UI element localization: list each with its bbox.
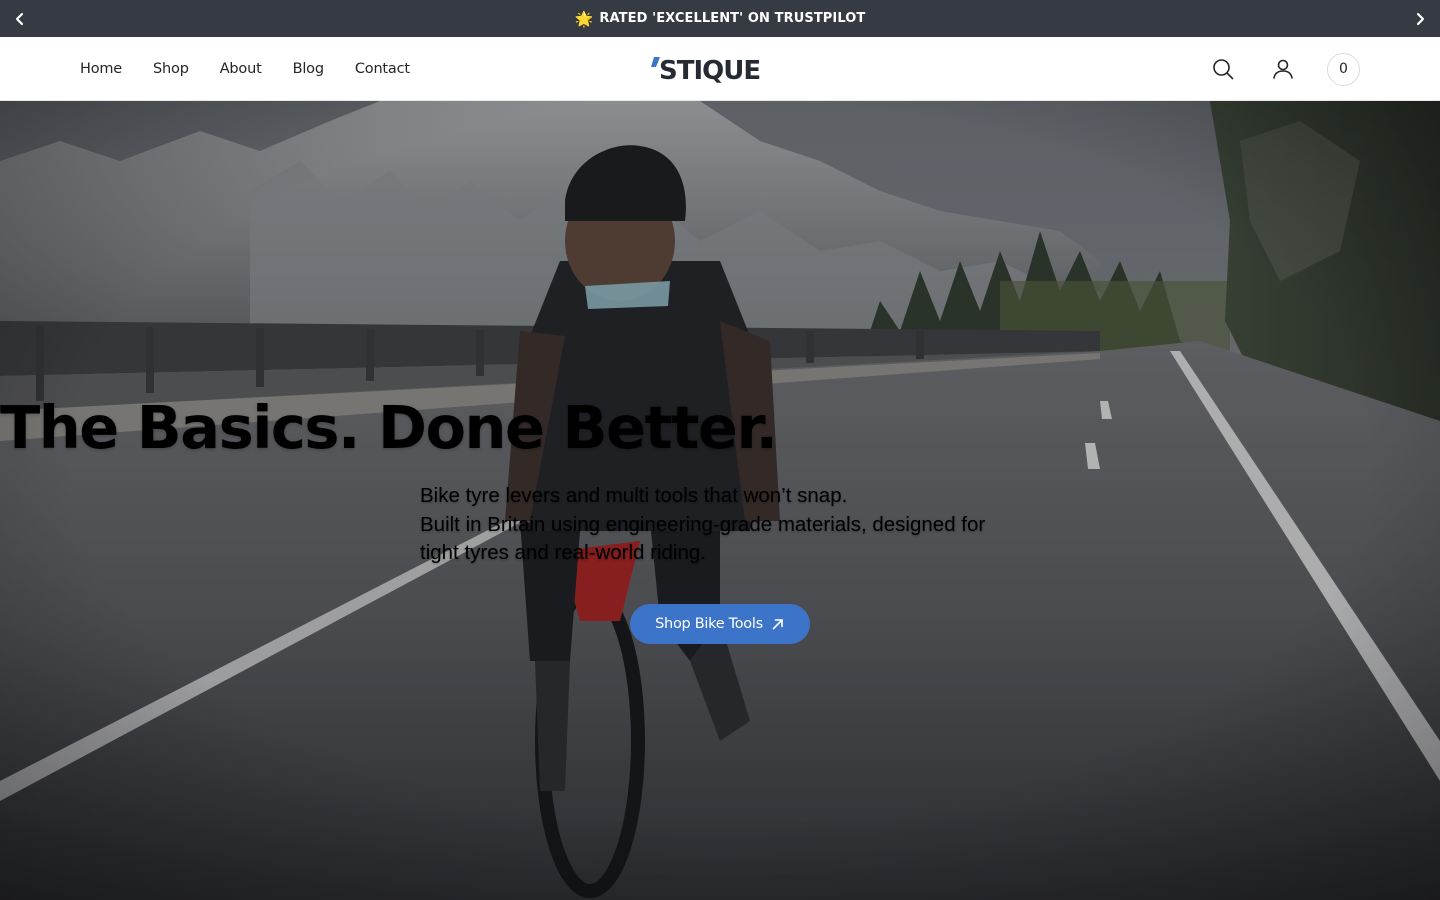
announcement-message: 🌟 RATED 'EXCELLENT' ON TRUSTPILOT	[575, 10, 866, 28]
user-icon	[1273, 59, 1293, 79]
hero-subtitle-line: Bike tyre levers and multi tools that wo…	[420, 484, 848, 507]
nav-item-blog[interactable]: Blog	[293, 61, 324, 77]
search-button[interactable]	[1207, 53, 1239, 85]
announcement-prev-button[interactable]	[0, 0, 40, 37]
account-button[interactable]	[1267, 53, 1299, 85]
nav-item-about[interactable]: About	[220, 61, 262, 77]
chevron-right-icon	[1416, 12, 1425, 25]
hero-subtitle-line: tight tyres and real-world riding.	[420, 541, 706, 564]
nav-item-shop[interactable]: Shop	[153, 61, 189, 77]
announcement-text: RATED 'EXCELLENT' ON TRUSTPILOT	[599, 11, 866, 26]
chevron-left-icon	[15, 12, 24, 25]
hero-title: The Basics. Done Better.	[0, 393, 778, 462]
announcement-next-button[interactable]	[1400, 0, 1440, 37]
nav-item-contact[interactable]: Contact	[355, 61, 410, 77]
hero-subtitle-line: Built in Britain using engineering-grade…	[420, 512, 986, 536]
header-actions: 0	[1207, 37, 1360, 101]
site-header: Home Shop About Blog Contact STIQUE 0	[0, 37, 1440, 101]
nav-item-home[interactable]: Home	[80, 61, 122, 77]
main-nav: Home Shop About Blog Contact	[80, 37, 441, 101]
shop-bike-tools-button[interactable]: Shop Bike Tools	[630, 604, 810, 644]
cta-label: Shop Bike Tools	[655, 616, 763, 632]
star-icon: 🌟	[574, 9, 594, 28]
hero-subtitle: Bike tyre levers and multi tools that wo…	[420, 482, 1020, 568]
hero-section: The Basics. Done Better. Bike tyre lever…	[0, 101, 1440, 900]
search-icon	[1213, 59, 1234, 80]
cart-count: 0	[1339, 61, 1348, 77]
brand-logo[interactable]: STIQUE	[651, 54, 781, 86]
cart-button[interactable]: 0	[1327, 52, 1360, 86]
announcement-bar: 🌟 RATED 'EXCELLENT' ON TRUSTPILOT	[0, 0, 1440, 37]
brand-name: STIQUE	[659, 56, 760, 84]
arrow-up-right-icon	[772, 619, 783, 630]
